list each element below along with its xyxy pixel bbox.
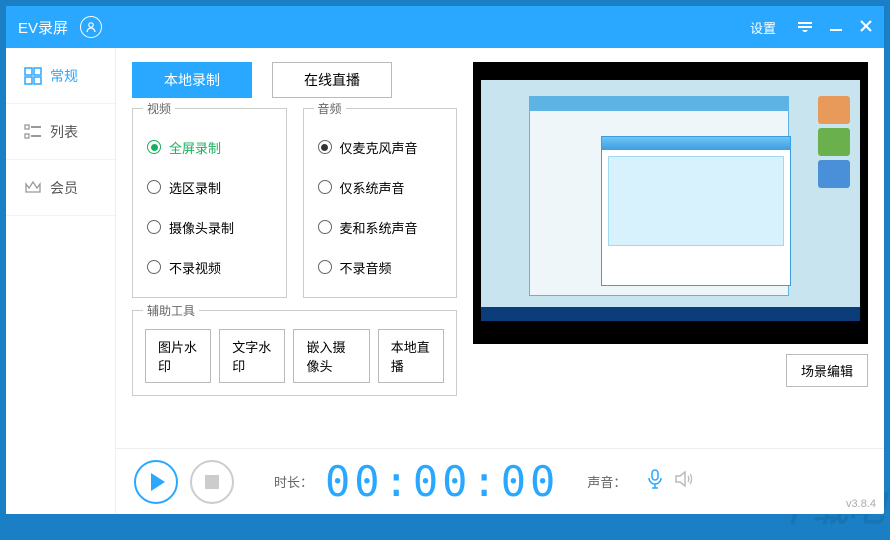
main-panel: 本地录制 在线直播 视频 全屏录制 选区录制 摄像头录制 不录视频 音频 xyxy=(116,48,884,514)
crown-icon xyxy=(24,179,42,197)
audio-option-none[interactable]: 不录音频 xyxy=(318,247,443,287)
tool-image-watermark[interactable]: 图片水印 xyxy=(145,329,211,383)
sidebar-item-label: 会员 xyxy=(50,178,78,198)
tab-local-record[interactable]: 本地录制 xyxy=(132,62,252,98)
scene-edit-button[interactable]: 场景编辑 xyxy=(786,354,868,387)
user-icon[interactable] xyxy=(80,16,102,38)
play-icon xyxy=(151,473,165,491)
footer-controls: 时长： 00:00:00 声音： v3.8.4 xyxy=(116,448,884,514)
audio-group: 音频 仅麦克风声音 仅系统声音 麦和系统声音 不录音频 xyxy=(303,108,458,298)
tools-group-title: 辅助工具 xyxy=(143,302,199,319)
sidebar-item-label: 常规 xyxy=(50,66,78,86)
video-option-none[interactable]: 不录视频 xyxy=(147,247,272,287)
sidebar: 常规 列表 会员 xyxy=(6,48,116,514)
audio-option-system[interactable]: 仅系统声音 xyxy=(318,167,443,207)
video-option-region[interactable]: 选区录制 xyxy=(147,167,272,207)
video-group: 视频 全屏录制 选区录制 摄像头录制 不录视频 xyxy=(132,108,287,298)
app-window: EV录屏 设置 常规 列表 xyxy=(6,6,884,514)
minimize-button[interactable] xyxy=(830,19,842,35)
tool-text-watermark[interactable]: 文字水印 xyxy=(219,329,285,383)
sidebar-item-label: 列表 xyxy=(50,122,78,142)
record-button[interactable] xyxy=(134,460,178,504)
microphone-icon[interactable] xyxy=(646,469,664,494)
close-button[interactable] xyxy=(860,19,872,35)
version-label: v3.8.4 xyxy=(846,498,876,510)
tab-live-stream[interactable]: 在线直播 xyxy=(272,62,392,98)
tool-local-live[interactable]: 本地直播 xyxy=(378,329,444,383)
sidebar-item-general[interactable]: 常规 xyxy=(6,48,115,104)
video-option-fullscreen[interactable]: 全屏录制 xyxy=(147,127,272,167)
sound-label: 声音： xyxy=(587,472,626,491)
video-option-camera[interactable]: 摄像头录制 xyxy=(147,207,272,247)
sidebar-item-member[interactable]: 会员 xyxy=(6,160,115,216)
app-title: EV录屏 xyxy=(18,17,68,38)
list-icon xyxy=(24,123,42,141)
sidebar-item-list[interactable]: 列表 xyxy=(6,104,115,160)
settings-button[interactable]: 设置 xyxy=(750,18,776,37)
titlebar: EV录屏 设置 xyxy=(6,6,884,48)
audio-option-both[interactable]: 麦和系统声音 xyxy=(318,207,443,247)
duration-value: 00:00:00 xyxy=(325,457,559,506)
tool-embed-camera[interactable]: 嵌入摄像头 xyxy=(293,329,369,383)
duration-label: 时长： xyxy=(274,472,313,491)
grid-icon xyxy=(24,67,42,85)
audio-option-mic[interactable]: 仅麦克风声音 xyxy=(318,127,443,167)
stop-icon xyxy=(205,475,219,489)
audio-group-title: 音频 xyxy=(314,100,346,117)
tools-group: 辅助工具 图片水印 文字水印 嵌入摄像头 本地直播 xyxy=(132,310,457,396)
menu-icon[interactable] xyxy=(798,19,812,35)
stop-button[interactable] xyxy=(190,460,234,504)
video-group-title: 视频 xyxy=(143,100,175,117)
preview-area xyxy=(473,62,868,344)
speaker-icon[interactable] xyxy=(674,470,694,493)
